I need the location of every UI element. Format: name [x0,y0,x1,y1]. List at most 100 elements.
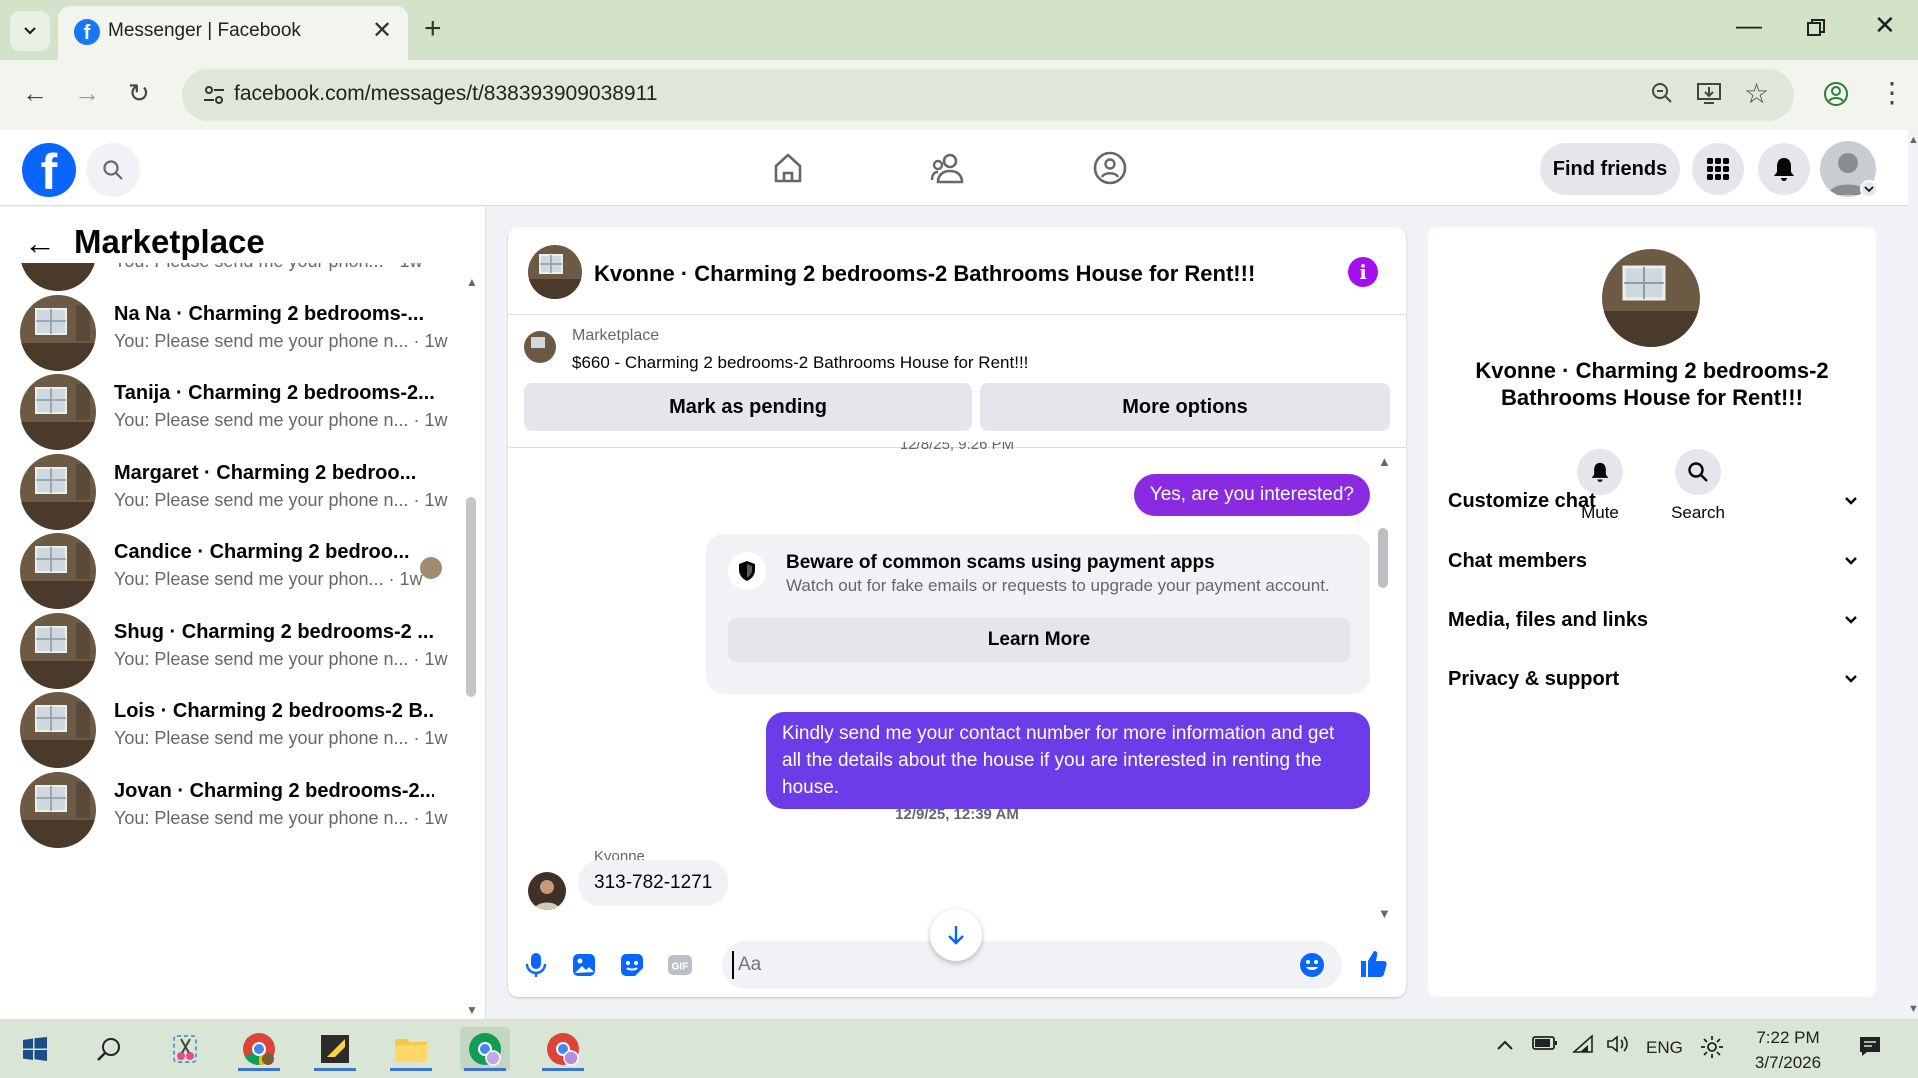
message-bubble-incoming[interactable]: 313-782-1271 [578,860,729,906]
svg-text:GIF: GIF [672,962,689,973]
thread-scroll-up-icon[interactable]: ▲ [1378,454,1391,469]
conversation-name: Candice · Charming 2 bedroo... [114,541,410,563]
settings-gear-icon[interactable] [1700,1035,1724,1065]
notifications-bell-icon[interactable] [1758,143,1810,195]
page-scrollbar[interactable]: ▲ ▼ [1908,130,1918,1019]
emoji-icon[interactable] [1298,951,1326,979]
address-bar[interactable]: facebook.com/messages/t/838393909038911 … [182,69,1794,121]
install-app-icon[interactable] [1696,81,1722,112]
chat-members-row[interactable]: Chat members [1448,541,1858,581]
snipping-tool-icon[interactable] [160,1027,210,1071]
chrome-profile-taskbar-icon[interactable] [460,1027,510,1071]
message-bubble-outgoing[interactable]: Kindly send me your contact number for m… [766,712,1370,809]
chrome-taskbar-icon[interactable] [234,1027,284,1071]
groups-nav-icon[interactable] [1088,148,1132,188]
browser-tab-strip: f Messenger | Facebook ✕ + — ✕ [0,0,1918,62]
conversation-preview: You: Please send me your phone n... · 1w [114,330,448,351]
chat-avatar[interactable] [528,245,582,299]
profile-icon[interactable] [1822,80,1850,113]
list-scrollbar[interactable] [466,497,476,697]
site-settings-icon[interactable] [200,81,228,109]
url-text[interactable]: facebook.com/messages/t/838393909038911 [234,82,657,106]
sticker-icon[interactable] [618,951,646,979]
info-icon[interactable]: i [1348,257,1378,287]
conversation-item[interactable]: Candice · Charming 2 bedroo... You: Pleas… [20,533,450,613]
row-label: Chat members [1448,549,1587,572]
notification-center-icon[interactable] [1858,1034,1882,1064]
scroll-down-arrow-icon[interactable]: ▼ [466,1003,478,1017]
chat-title[interactable]: Kvonne · Charming 2 bedrooms-2 Bathrooms… [594,261,1255,287]
conversation-item[interactable]: Tahrima · Charming 2 bedroo...You: Pleas… [20,263,450,295]
forward-icon[interactable]: → [74,78,100,109]
photo-icon[interactable] [570,951,598,979]
thread-scroll-down-icon[interactable]: ▼ [1378,906,1391,921]
chevron-down-icon [1845,557,1857,565]
friends-nav-icon[interactable] [926,148,970,188]
conversation-item[interactable]: Tanija · Charming 2 bedrooms-2... You: Pl… [20,374,450,454]
file-explorer-icon[interactable] [386,1027,436,1071]
sender-avatar[interactable] [528,872,566,910]
restore-icon[interactable] [1806,14,1826,45]
battery-icon[interactable] [1532,1034,1558,1057]
volume-icon[interactable] [1606,1034,1630,1060]
privacy-support-row[interactable]: Privacy & support [1448,659,1858,699]
microphone-icon[interactable] [522,951,550,979]
close-window-icon[interactable]: ✕ [1874,10,1896,41]
learn-more-button[interactable]: Learn More [728,618,1350,662]
conversation-item[interactable]: Shug · Charming 2 bedrooms-2 ... You: Ple… [20,612,450,693]
scam-warning-title: Beware of common scams using payment app… [786,552,1215,573]
search-icon [103,160,123,180]
tray-chevron-icon[interactable] [1496,1034,1514,1057]
conversation-item[interactable]: Na Na · Charming 2 bedrooms-... You: Plea… [20,294,450,375]
sticky-notes-icon[interactable] [310,1027,360,1071]
mark-as-pending-button[interactable]: Mark as pending [524,383,972,431]
minimize-icon[interactable]: — [1736,10,1762,41]
back-arrow-icon[interactable]: ← [24,225,56,262]
clipped-timestamp: 12/8/25, 9:26 PM [899,442,1015,453]
home-nav-icon[interactable] [766,148,810,188]
browser-tab[interactable]: f Messenger | Facebook ✕ [58,6,408,62]
conversation-name: Margaret · Charming 2 bedroo... [114,461,417,484]
message-composer: GIF [508,909,1406,997]
gif-icon[interactable]: GIF [666,951,694,979]
tab-close-icon[interactable]: ✕ [372,16,392,45]
conversation-item[interactable]: Lois · Charming 2 bedrooms-2 B... You: Pl… [20,692,450,772]
conversation-item[interactable]: Margaret · Charming 2 bedroo... You: Plea… [20,453,450,534]
back-icon[interactable]: ← [22,78,48,109]
tab-search-button[interactable] [10,11,50,51]
browser-menu-icon[interactable]: ⋮ [1878,76,1906,109]
more-options-button[interactable]: More options [980,383,1390,431]
thread-scrollbar[interactable] [1378,528,1388,588]
customize-chat-row[interactable]: Customize chat [1448,481,1858,521]
scroll-to-bottom-button[interactable] [930,909,982,961]
message-input[interactable] [722,941,1342,989]
listing-thumbnail [524,331,556,363]
thumbs-up-icon[interactable] [1358,949,1388,979]
preview-time: 1w [399,569,423,589]
conversation-item[interactable]: Jovan · Charming 2 bedrooms-2... You: Ple… [20,771,450,852]
facebook-search-button[interactable] [86,143,140,197]
scroll-up-icon[interactable]: ▲ [466,275,478,289]
find-friends-button[interactable]: Find friends [1540,143,1680,195]
chevron-down-icon [1845,616,1857,624]
bookmark-star-icon[interactable]: ☆ [1744,77,1769,110]
media-files-links-row[interactable]: Media, files and links [1448,600,1858,640]
input-language[interactable]: ENG [1646,1038,1683,1058]
facebook-logo-icon[interactable]: f [22,143,76,197]
account-chevron-icon[interactable] [1860,180,1878,198]
taskbar-search-icon[interactable] [84,1027,134,1071]
menu-grid-icon[interactable] [1692,143,1744,195]
conversation-name: Shug · Charming 2 bedrooms-2 ... [114,620,434,643]
chrome-profile-2-taskbar-icon[interactable] [538,1027,588,1071]
message-bubble-outgoing[interactable]: Yes, are you interested? [1133,474,1370,516]
browser-toolbar: ← → ↻ facebook.com/messages/t/8383939090… [0,60,1918,130]
chat-info-avatar[interactable] [1602,249,1700,347]
reload-icon[interactable]: ↻ [128,78,150,109]
new-tab-icon[interactable]: + [424,12,442,46]
zoom-icon[interactable] [1650,81,1674,112]
listing-title[interactable]: $660 - Charming 2 bedrooms-2 Bathrooms H… [572,353,1028,373]
wifi-icon[interactable] [1571,1034,1594,1060]
system-clock[interactable]: 7:22 PM 3/7/2026 [1738,1025,1838,1075]
windows-start-icon[interactable] [10,1027,60,1071]
facebook-favicon-icon: f [74,19,100,45]
